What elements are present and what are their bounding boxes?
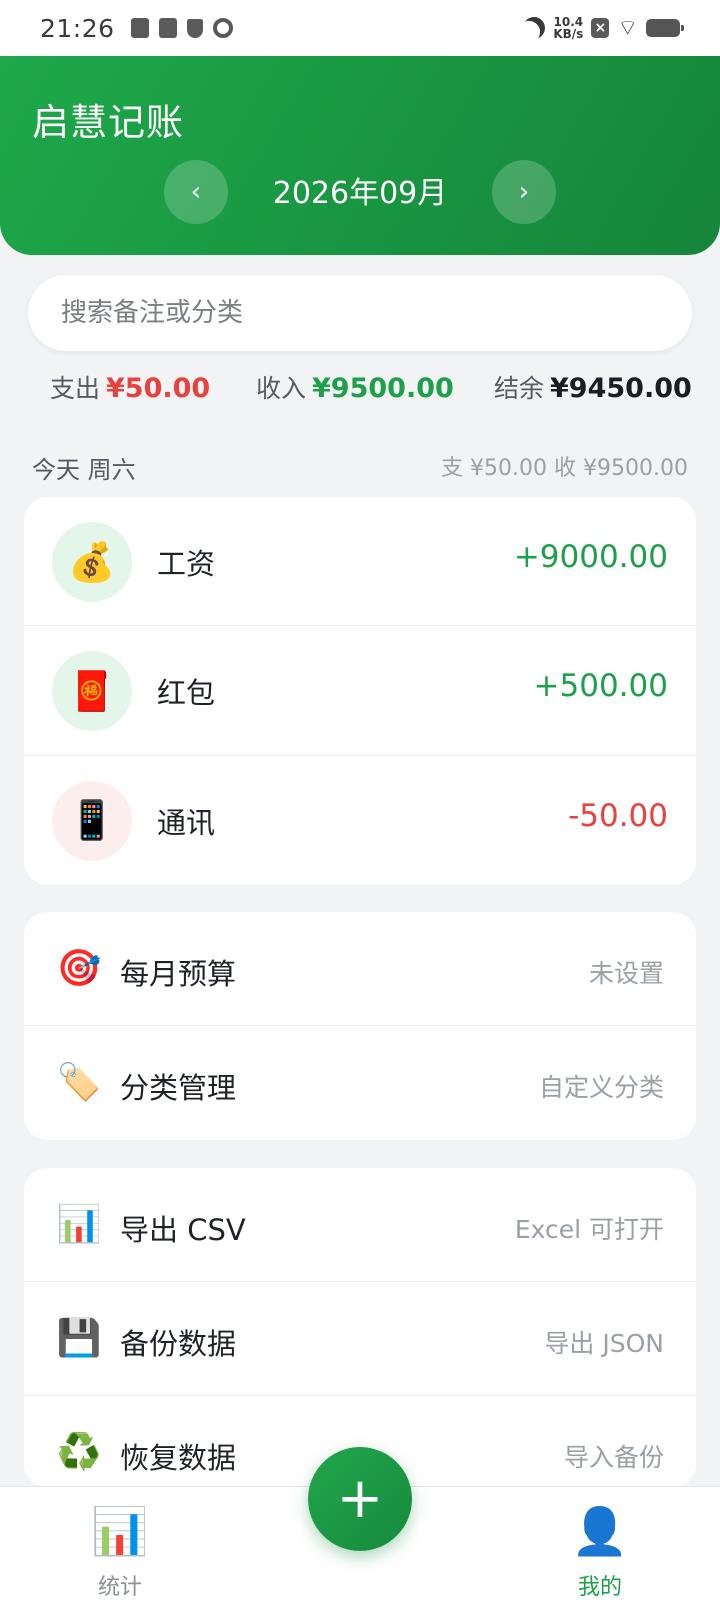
add-record-button[interactable]: + xyxy=(308,1447,412,1551)
expense-total: ¥50.00 xyxy=(106,373,211,404)
income-summary: 收入 ¥9500.00 xyxy=(256,369,454,405)
tab-label: 我的 xyxy=(577,1575,622,1600)
no-sim-icon: × xyxy=(591,18,610,38)
bar-chart-icon: 📊 xyxy=(56,1204,102,1245)
transaction-category: 红包 xyxy=(157,676,216,711)
status-bar: 21:26 10.4 KB/s × ⌔ xyxy=(0,0,720,56)
menu-item-hint: 导入备份 xyxy=(563,1443,664,1472)
tab-label: 统计 xyxy=(97,1575,142,1600)
battery-icon xyxy=(646,19,684,37)
user-icon: 👤 xyxy=(571,1504,629,1558)
tag-icon: 🏷️ xyxy=(56,1062,102,1103)
day-label: 今天 周六 xyxy=(32,456,136,484)
target-icon: 🎯 xyxy=(56,948,102,989)
tab-stats[interactable]: 📊 统计 xyxy=(50,1503,190,1601)
usb-debug-icon xyxy=(158,18,177,38)
day-header: 今天 周六 支 ¥50.00 收 ¥9500.00 xyxy=(32,450,688,484)
record-icon xyxy=(212,18,233,38)
menu-item-label: 导出 CSV xyxy=(120,1213,246,1247)
mobile-phone-icon: 📱 xyxy=(52,780,132,861)
status-time: 21:26 xyxy=(40,13,115,43)
clipboard-check-icon xyxy=(130,18,149,38)
current-month: 2026年09月 xyxy=(272,176,448,211)
do-not-disturb-icon xyxy=(520,14,548,42)
bar-chart-icon: 📊 xyxy=(91,1504,149,1558)
chevron-left-icon: ‹ xyxy=(190,177,202,207)
network-speed-unit: KB/s xyxy=(553,27,584,41)
network-speed: 10.4 KB/s xyxy=(553,16,583,40)
menu-item-export-csv[interactable]: 📊 导出 CSV Excel 可打开 xyxy=(24,1168,696,1282)
menu-item-category-management[interactable]: 🏷️ 分类管理 自定义分类 xyxy=(24,1026,696,1140)
recycle-icon: ♻️ xyxy=(56,1432,102,1473)
income-label: 收入 xyxy=(256,374,307,403)
menu-item-label: 恢复数据 xyxy=(120,1441,237,1475)
menu-item-hint: Excel 可打开 xyxy=(514,1215,664,1244)
app-title: 启慧记账 xyxy=(32,101,184,144)
search-input[interactable] xyxy=(28,275,692,351)
transaction-category: 通讯 xyxy=(157,805,216,840)
status-bar-right: 10.4 KB/s × ⌔ xyxy=(520,14,684,42)
menu-item-hint: 未设置 xyxy=(588,959,664,988)
red-envelope-icon: 🧧 xyxy=(52,651,132,732)
next-month-button[interactable]: › xyxy=(492,160,556,224)
tab-mine[interactable]: 👤 我的 xyxy=(530,1503,670,1601)
menu-item-hint: 自定义分类 xyxy=(538,1073,664,1102)
wifi-icon: ⌔ xyxy=(617,16,638,41)
floppy-disk-icon: 💾 xyxy=(56,1318,102,1359)
transaction-amount: +500.00 xyxy=(533,668,668,705)
menu-item-hint: 导出 JSON xyxy=(544,1329,664,1358)
chevron-right-icon: › xyxy=(518,177,530,207)
transaction-amount: +9000.00 xyxy=(513,539,668,575)
transaction-row[interactable]: 💰 工资 +9000.00 xyxy=(24,497,696,627)
menu-item-label: 分类管理 xyxy=(120,1071,237,1105)
transaction-category: 工资 xyxy=(157,547,216,581)
balance-label: 结余 xyxy=(494,374,545,403)
transaction-amount: -50.00 xyxy=(568,797,668,834)
app-header: 启慧记账 ‹ 2026年09月 › xyxy=(0,56,720,255)
transaction-row[interactable]: 📱 通讯 -50.00 xyxy=(24,756,696,885)
menu-item-monthly-budget[interactable]: 🎯 每月预算 未设置 xyxy=(24,912,696,1026)
expense-label: 支出 xyxy=(50,374,101,403)
menu-item-label: 每月预算 xyxy=(120,957,237,991)
status-bar-left: 21:26 xyxy=(40,14,233,43)
menu-item-backup-data[interactable]: 💾 备份数据 导出 JSON xyxy=(24,1282,696,1396)
expense-summary: 支出 ¥50.00 xyxy=(50,369,210,405)
income-total: ¥9500.00 xyxy=(312,373,454,404)
menu-item-label: 备份数据 xyxy=(120,1327,237,1361)
day-totals: 支 ¥50.00 收 ¥9500.00 xyxy=(441,456,688,481)
balance-total: ¥9450.00 xyxy=(550,373,692,404)
transaction-list: 💰 工资 +9000.00 🧧 红包 +500.00 📱 通讯 -50.00 xyxy=(24,497,696,885)
settings-group-budget: 🎯 每月预算 未设置 🏷️ 分类管理 自定义分类 xyxy=(24,912,696,1140)
month-summary: 支出 ¥50.00 收入 ¥9500.00 结余 ¥9450.00 xyxy=(0,373,720,415)
settings-group-data: 📊 导出 CSV Excel 可打开 💾 备份数据 导出 JSON ♻️ 恢复数… xyxy=(24,1168,696,1488)
plus-icon: + xyxy=(336,1466,384,1531)
prev-month-button[interactable]: ‹ xyxy=(164,160,228,224)
money-bag-icon: 💰 xyxy=(52,522,132,602)
balance-summary: 结余 ¥9450.00 xyxy=(494,369,692,405)
shield-icon xyxy=(186,18,203,38)
transaction-row[interactable]: 🧧 红包 +500.00 xyxy=(24,626,696,756)
